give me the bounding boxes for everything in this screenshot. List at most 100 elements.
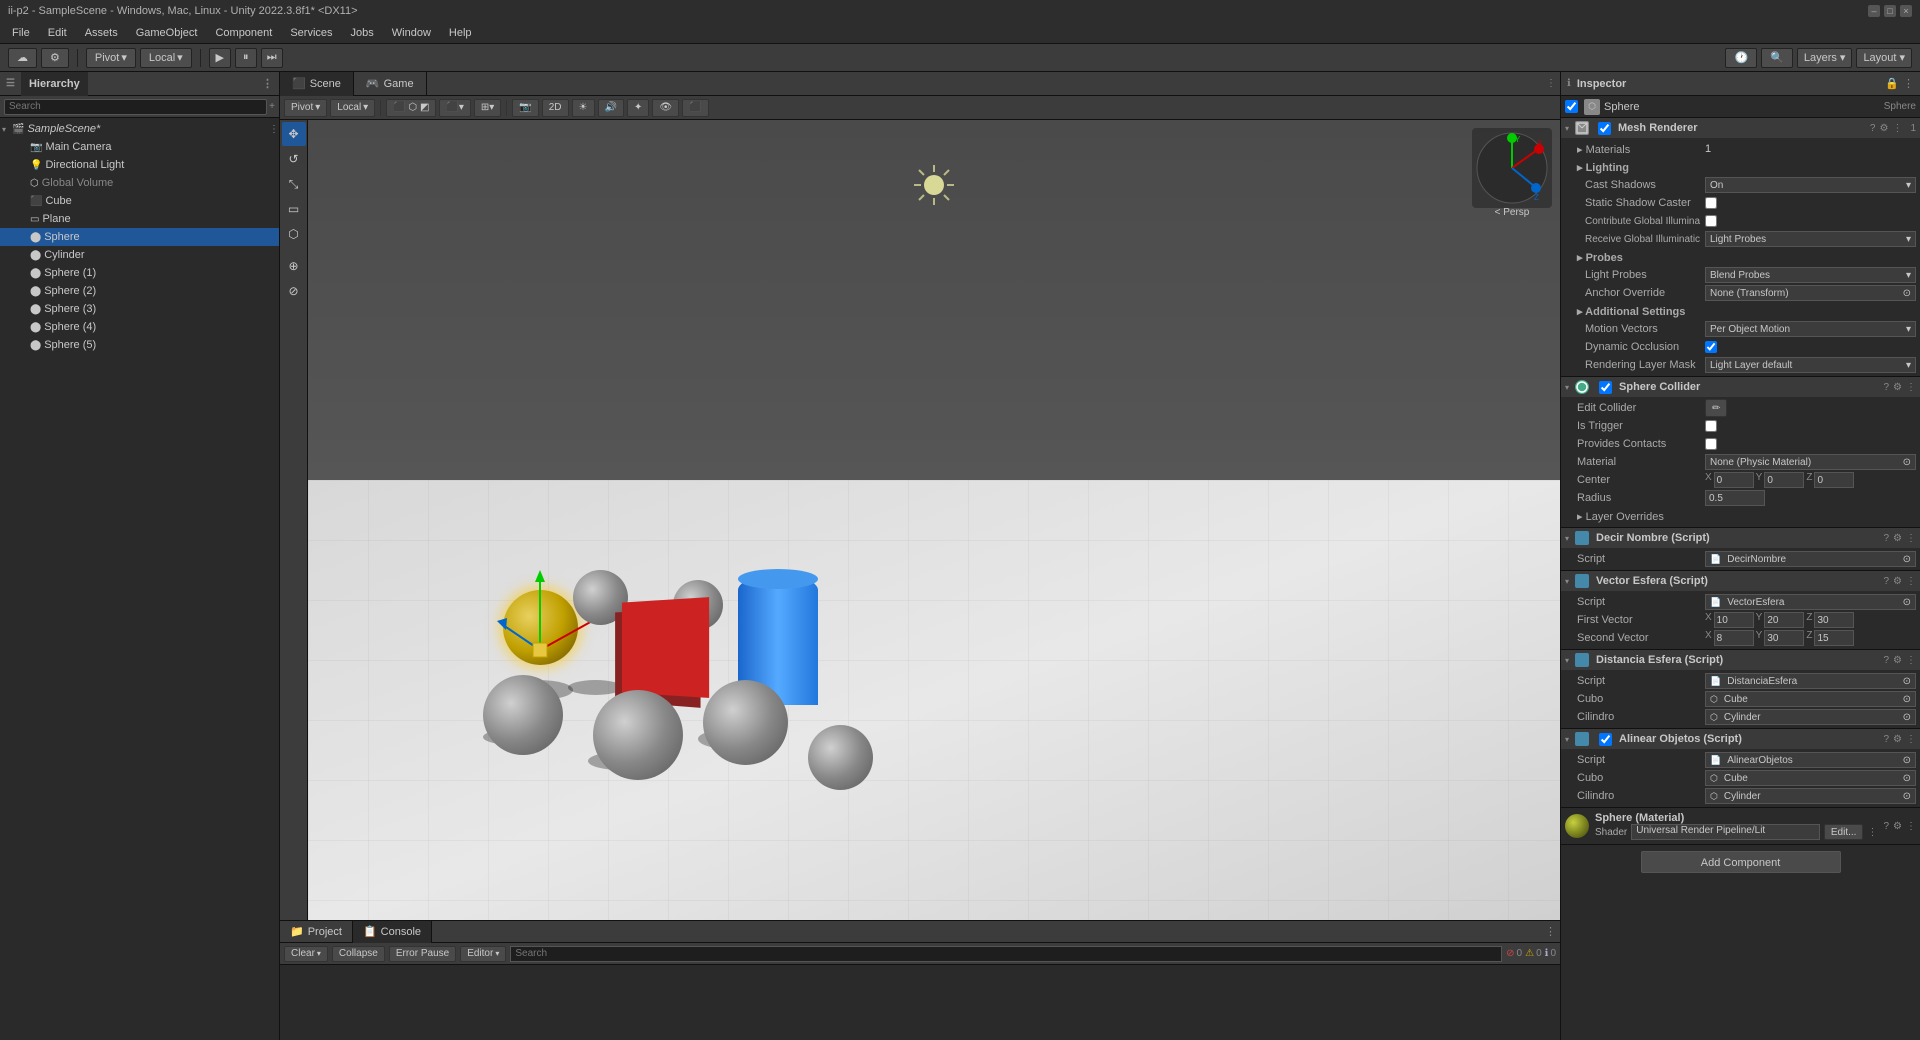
scene-options-btn[interactable]: ⋮ [1542, 78, 1560, 89]
console-options-btn[interactable]: ⋮ [1541, 925, 1560, 938]
play-button[interactable]: ▶ [209, 48, 231, 68]
alinear-active-toggle[interactable] [1599, 733, 1612, 746]
render-layer-dropdown[interactable]: Light Layer default▾ [1705, 357, 1916, 373]
collapse-btn[interactable]: Collapse [332, 946, 385, 962]
menu-icon-mesh[interactable]: ⋮ [1892, 123, 1902, 134]
menu-icon-material[interactable]: ⋮ [1906, 821, 1916, 832]
active-toggle[interactable] [1565, 100, 1578, 113]
settings-icon-collider[interactable]: ⚙ [1893, 382, 1902, 393]
menu-component[interactable]: Component [207, 25, 280, 41]
toolbar-settings[interactable]: ⚙ [41, 48, 69, 68]
error-pause-btn[interactable]: Error Pause [389, 946, 456, 962]
light-scene-btn[interactable]: ☀ [572, 99, 595, 117]
hierarchy-item-sphere2[interactable]: ⬤ Sphere (2) [0, 282, 279, 300]
persp-label[interactable]: < Persp [1472, 207, 1552, 218]
decir-script-ref[interactable]: 📄 DecirNombre ⊙ [1705, 551, 1916, 567]
scene-tab-game[interactable]: 🎮 Game [354, 72, 427, 96]
hierarchy-item-cylinder[interactable]: ⬤ Cylinder [0, 246, 279, 264]
help-icon-alinear[interactable]: ? [1883, 734, 1889, 745]
alinear-script-ref[interactable]: 📄 AlinearObjetos ⊙ [1705, 752, 1916, 768]
pivot-btn[interactable]: Pivot ▾ [86, 48, 136, 68]
tool-transform[interactable]: ⬡ [282, 222, 306, 246]
sv-y-input[interactable]: 30 [1764, 630, 1804, 646]
menu-icon-decir[interactable]: ⋮ [1906, 533, 1916, 544]
tool-move[interactable]: ✥ [282, 122, 306, 146]
distancia-script-ref[interactable]: 📄 DistanciaEsfera ⊙ [1705, 673, 1916, 689]
material-options-btn[interactable]: ⋮ [1867, 827, 1877, 838]
mesh-renderer-header[interactable]: ▾ Mesh Renderer ? ⚙ ⋮ 1 [1561, 118, 1920, 138]
menu-assets[interactable]: Assets [77, 25, 126, 41]
hierarchy-search[interactable] [4, 99, 267, 115]
audio-btn[interactable]: 🔊 [598, 99, 624, 117]
console-search[interactable] [510, 946, 1502, 962]
fx-btn[interactable]: ✦ [627, 99, 649, 117]
inspector-menu-btn[interactable]: ⋮ [1903, 77, 1914, 90]
distancia-cubo-ref[interactable]: ⬡ Cube ⊙ [1705, 691, 1916, 707]
sv-x-input[interactable]: 8 [1714, 630, 1754, 646]
alinear-cubo-ref[interactable]: ⬡ Cube ⊙ [1705, 770, 1916, 786]
lock-btn[interactable]: 🔒 [1885, 77, 1899, 90]
maximize-btn[interactable]: □ [1884, 5, 1896, 17]
tool-rect[interactable]: ▭ [282, 197, 306, 221]
layers-dropdown[interactable]: Layers▾ [1797, 48, 1853, 68]
gizmo-btn[interactable]: ⬛▾ [439, 99, 470, 117]
settings-icon-mesh[interactable]: ⚙ [1879, 123, 1888, 134]
help-icon-decir[interactable]: ? [1883, 533, 1889, 544]
provides-contacts-checkbox[interactable] [1705, 438, 1717, 450]
hierarchy-item-sphere1[interactable]: ⬤ Sphere (1) [0, 264, 279, 282]
menu-jobs[interactable]: Jobs [343, 25, 382, 41]
menu-icon-collider[interactable]: ⋮ [1906, 382, 1916, 393]
distancia-cilindro-ref[interactable]: ⬡ Cylinder ⊙ [1705, 709, 1916, 725]
add-component-btn[interactable]: Add Component [1641, 851, 1841, 873]
tool-custom2[interactable]: ⊘ [282, 279, 306, 303]
contribute-gi-checkbox[interactable] [1705, 215, 1717, 227]
mode-btn[interactable]: ⬛ ⬡ ◩ [386, 99, 436, 117]
hierarchy-add-btn[interactable]: + [269, 101, 275, 112]
tool-scale[interactable]: ⤡ [282, 172, 306, 196]
shader-edit-btn[interactable]: Edit... [1824, 824, 1864, 840]
tool-custom1[interactable]: ⊕ [282, 254, 306, 278]
gizmo-widget[interactable]: Y X Z < Persp [1472, 128, 1552, 208]
center-x-input[interactable] [1714, 472, 1754, 488]
light-probes-dropdown[interactable]: Blend Probes▾ [1705, 267, 1916, 283]
camera-btn[interactable]: 📷 [512, 99, 538, 117]
settings-icon-distancia[interactable]: ⚙ [1893, 655, 1902, 666]
help-icon-collider[interactable]: ? [1883, 382, 1889, 393]
local-scene-btn[interactable]: Local▾ [330, 99, 375, 117]
hierarchy-item-cube[interactable]: ⬛ Cube [0, 192, 279, 210]
vector-esfera-header[interactable]: ▾ Vector Esfera (Script) ? ⚙ ⋮ [1561, 571, 1920, 591]
fv-z-input[interactable]: 30 [1814, 612, 1854, 628]
layout-dropdown[interactable]: Layout▾ [1856, 48, 1912, 68]
hierarchy-item-samplescene[interactable]: ▾ 🎬 SampleScene* ⋮ [0, 120, 279, 138]
menu-services[interactable]: Services [282, 25, 340, 41]
anchor-obj-ref[interactable]: None (Transform) ⊙ [1705, 285, 1916, 301]
close-btn[interactable]: × [1900, 5, 1912, 17]
hierarchy-item-maincamera[interactable]: 📷 Main Camera [0, 138, 279, 156]
pause-button[interactable]: ⏸ [235, 48, 257, 68]
fv-y-input[interactable]: 20 [1764, 612, 1804, 628]
settings-icon-decir[interactable]: ⚙ [1893, 533, 1902, 544]
toolbar-account[interactable]: ☁ [8, 48, 37, 68]
settings-icon-vector[interactable]: ⚙ [1893, 576, 1902, 587]
help-icon-distancia[interactable]: ? [1883, 655, 1889, 666]
menu-icon-vector[interactable]: ⋮ [1906, 576, 1916, 587]
tool-rotate[interactable]: ↺ [282, 147, 306, 171]
hierarchy-item-plane[interactable]: ▭ Plane [0, 210, 279, 228]
edit-collider-btn[interactable]: ✏ [1705, 399, 1727, 417]
sv-z-input[interactable]: 15 [1814, 630, 1854, 646]
help-icon-material[interactable]: ? [1883, 821, 1889, 832]
dynamic-occ-checkbox[interactable] [1705, 341, 1717, 353]
shader-dropdown[interactable]: Universal Render Pipeline/Lit [1631, 824, 1820, 840]
center-y-input[interactable] [1764, 472, 1804, 488]
cast-shadows-dropdown[interactable]: On▾ [1705, 177, 1916, 193]
menu-window[interactable]: Window [384, 25, 439, 41]
history-btn[interactable]: 🕐 [1725, 48, 1757, 68]
help-icon-mesh[interactable]: ? [1870, 123, 1876, 134]
local-btn[interactable]: Local ▾ [140, 48, 192, 68]
center-z-input[interactable] [1814, 472, 1854, 488]
hierarchy-menu-btn[interactable]: ⋮ [262, 77, 273, 90]
menu-icon-distancia[interactable]: ⋮ [1906, 655, 1916, 666]
hierarchy-item-sphere3[interactable]: ⬤ Sphere (3) [0, 300, 279, 318]
search-btn[interactable]: 🔍 [1761, 48, 1793, 68]
decir-nombre-header[interactable]: ▾ Decir Nombre (Script) ? ⚙ ⋮ [1561, 528, 1920, 548]
